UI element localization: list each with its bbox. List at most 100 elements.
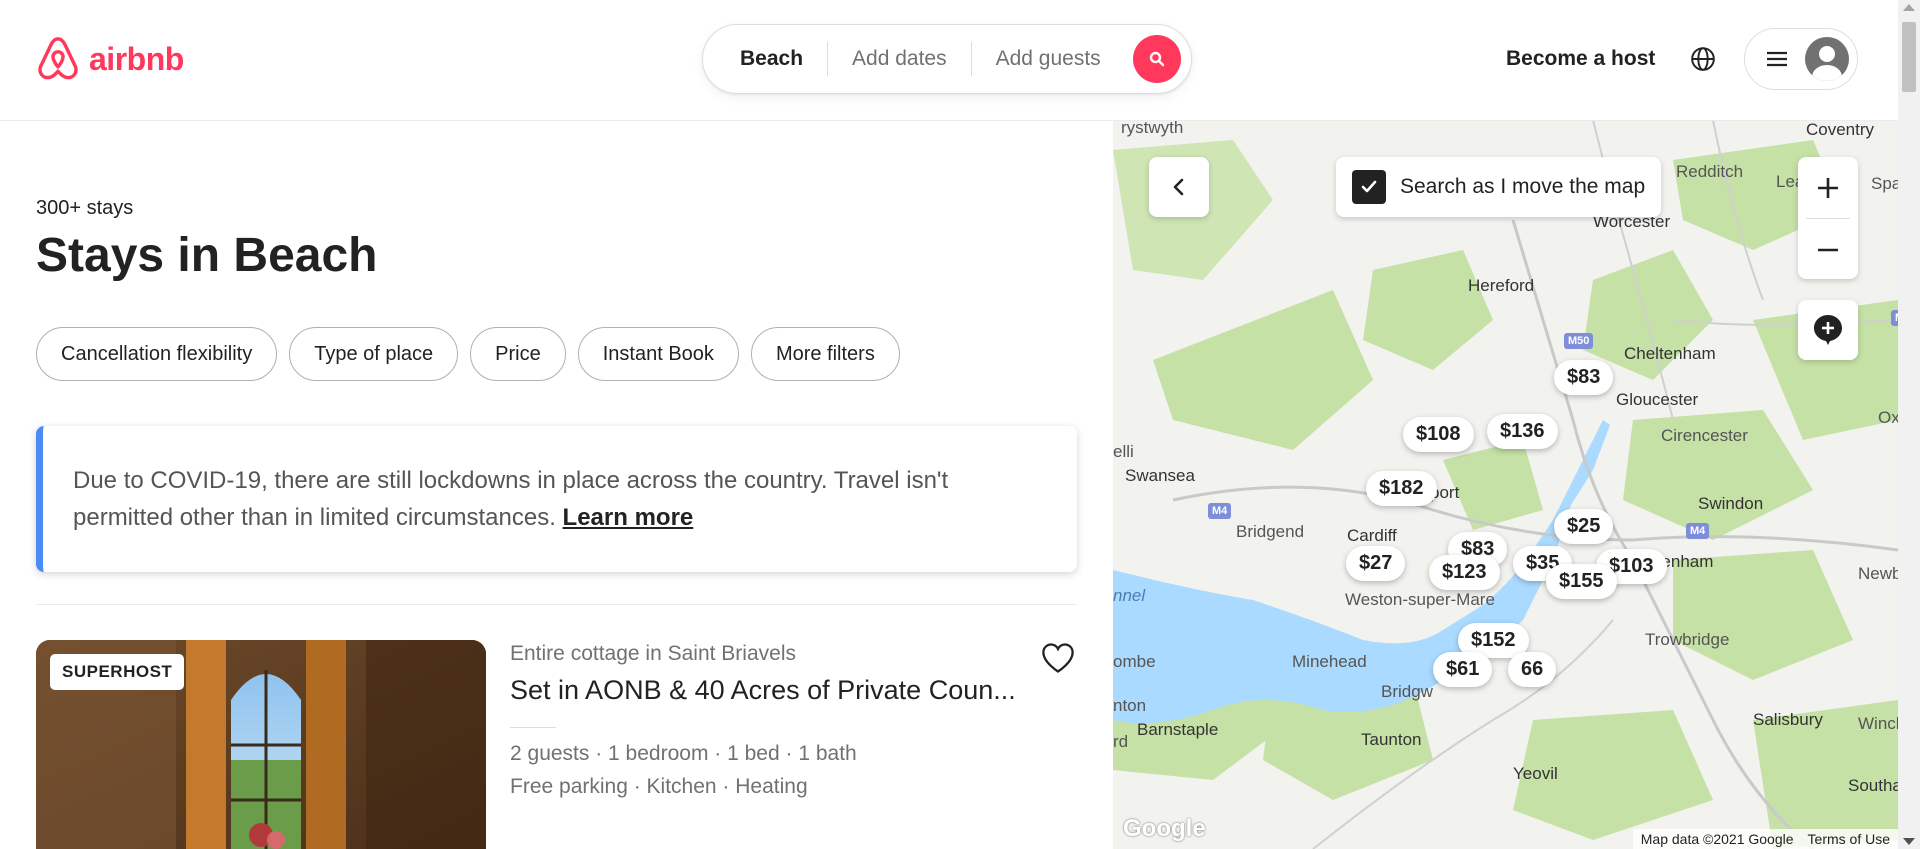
price-pin[interactable]: $182 [1366, 471, 1437, 506]
become-a-host-link[interactable]: Become a host [1506, 47, 1655, 71]
filter-price[interactable]: Price [470, 327, 566, 381]
heart-icon [1042, 643, 1074, 673]
map-base [1113, 120, 1898, 849]
search-as-i-move-toggle[interactable]: Search as I move the map [1336, 157, 1662, 217]
map-place-label: Cirencester [1661, 426, 1748, 445]
price-pin[interactable]: $25 [1554, 509, 1614, 544]
hamburger-menu-icon [1767, 51, 1787, 67]
terms-of-use-link[interactable]: Terms of Use [1808, 831, 1890, 847]
superhost-badge: SUPERHOST [50, 654, 185, 690]
price-pin[interactable]: $123 [1429, 555, 1500, 590]
listing-divider [510, 727, 556, 728]
map-place-label: Gloucester [1616, 390, 1699, 409]
user-icon [1812, 46, 1842, 81]
search-icon [1149, 51, 1165, 67]
zoom-out-button[interactable] [1798, 219, 1858, 280]
filter-type-of-place[interactable]: Type of place [289, 327, 459, 381]
covid-alert: Due to COVID-19, there are still lockdow… [36, 426, 1077, 572]
map-place-label: Taunton [1361, 730, 1422, 749]
map-place-label: Coventry [1806, 120, 1875, 139]
map-place-label: Redditch [1676, 162, 1744, 181]
globe-icon [1691, 47, 1715, 71]
google-logo[interactable]: Google [1123, 815, 1206, 843]
map-attribution: Map data ©2021 Google Terms of Use [1632, 829, 1898, 849]
add-place-button[interactable] [1798, 300, 1858, 360]
motorway-shield: M50 [1564, 333, 1594, 349]
map-place-label: rd [1113, 732, 1129, 751]
header: airbnb Beach Add dates Add guests Become… [0, 0, 1898, 121]
map-place-label: Southamp [1848, 776, 1898, 795]
learn-more-link[interactable]: Learn more [563, 504, 694, 531]
map-place-label: rystwyth [1121, 120, 1184, 137]
map-place-label: Trowbridge [1645, 630, 1730, 649]
price-pin[interactable]: $61 [1433, 652, 1493, 687]
price-pin[interactable]: $27 [1346, 546, 1406, 581]
listing-details: 2 guests · 1 bedroom · 1 bed · 1 bath [510, 742, 857, 765]
price-pin[interactable]: $155 [1546, 564, 1617, 599]
search-button[interactable] [1133, 35, 1181, 83]
map-place-label: Weston-super-Mare [1345, 590, 1495, 609]
search-dates[interactable]: Add dates [828, 42, 971, 76]
chevron-left-icon [1173, 178, 1184, 196]
map-place-label: Bridgend [1236, 522, 1305, 541]
price-pin[interactable]: $108 [1403, 417, 1474, 452]
checkmark-icon [1361, 180, 1377, 193]
map-data-text: Map data ©2021 Google [1640, 831, 1794, 847]
zoom-controls [1798, 157, 1858, 279]
map-place-label: Yeovil [1513, 764, 1558, 783]
plus-icon [1818, 177, 1838, 198]
map-place-label: nton [1113, 696, 1147, 715]
map-place-label: Swindon [1698, 494, 1764, 513]
map-place-label: Salisbury [1753, 710, 1823, 729]
listing-title[interactable]: Set in AONB & 40 Acres of Private Coun..… [510, 675, 1030, 706]
map-place-label: Barnstaple [1137, 720, 1219, 739]
scroll-up-arrow-icon[interactable] [1903, 4, 1915, 11]
filter-cancellation-flexibility[interactable]: Cancellation flexibility [36, 327, 278, 381]
map-place-label: Newb [1858, 564, 1898, 583]
map-place-label: Minehead [1292, 652, 1367, 671]
covid-alert-text: Due to COVID-19, there are still lockdow… [73, 467, 949, 531]
map-place-label: Cardiff [1347, 526, 1397, 545]
map-place-label: nnel [1113, 586, 1146, 605]
map[interactable]: rystwyth Coventry Redditch Leam Spa Worc… [1113, 120, 1898, 849]
airbnb-wordmark: airbnb [89, 40, 184, 77]
listing-amenities: Free parking · Kitchen · Heating [510, 775, 808, 798]
motorway-shield: M4 [1891, 310, 1898, 326]
price-pin[interactable]: $83 [1554, 360, 1614, 395]
language-button[interactable] [1690, 46, 1716, 77]
page-scrollbar[interactable] [1898, 0, 1920, 849]
scroll-down-arrow-icon[interactable] [1903, 838, 1915, 845]
map-place-label: Swansea [1125, 466, 1195, 485]
motorway-shield: M4 [1686, 523, 1710, 539]
divider [36, 604, 1077, 605]
add-pin-icon [1814, 315, 1842, 345]
save-to-wishlist-button[interactable] [1040, 640, 1076, 681]
listing-photo[interactable]: SUPERHOST [36, 640, 486, 849]
search-location[interactable]: Beach [703, 42, 827, 76]
airbnb-logo[interactable]: airbnb [35, 35, 184, 83]
collapse-map-button[interactable] [1149, 157, 1209, 217]
map-place-label: Ox [1878, 408, 1898, 427]
map-place-label: Bridgw [1381, 682, 1433, 701]
avatar [1805, 37, 1849, 81]
filter-bar: Cancellation flexibility Type of place P… [36, 327, 900, 381]
map-place-label: Hereford [1468, 276, 1535, 295]
map-place-label: elli [1113, 442, 1134, 461]
filter-instant-book[interactable]: Instant Book [577, 327, 739, 381]
airbnb-logo-icon [38, 37, 78, 80]
zoom-in-button[interactable] [1798, 157, 1858, 218]
search-as-i-move-checkbox[interactable] [1352, 170, 1386, 204]
price-pin[interactable]: 66 [1508, 652, 1557, 687]
motorway-shield: M4 [1208, 503, 1232, 519]
user-menu-button[interactable] [1744, 28, 1858, 90]
price-pin[interactable]: $136 [1487, 414, 1558, 449]
search-as-i-move-label: Search as I move the map [1400, 175, 1646, 198]
map-place-label: ombe [1113, 652, 1156, 671]
search-guests[interactable]: Add guests [972, 42, 1125, 76]
stays-count: 300+ stays [36, 197, 134, 219]
search-bar[interactable]: Beach Add dates Add guests [702, 24, 1192, 94]
filter-more-filters[interactable]: More filters [750, 327, 900, 381]
scrollbar-thumb[interactable] [1902, 22, 1916, 92]
map-place-label: Cheltenham [1624, 344, 1716, 363]
map-place-label: Winche [1858, 714, 1898, 733]
